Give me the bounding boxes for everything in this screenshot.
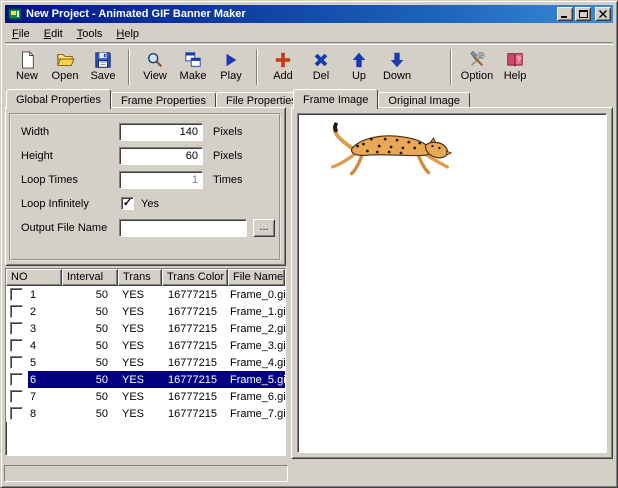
width-unit-label: Pixels	[213, 126, 242, 138]
loop-infinitely-checkbox[interactable]	[121, 197, 134, 210]
loop-times-input	[119, 171, 203, 189]
loop-times-unit-label: Times	[213, 174, 243, 186]
close-button[interactable]	[595, 7, 611, 21]
view-magnifier-icon	[146, 51, 164, 69]
row-checkbox[interactable]	[10, 390, 23, 403]
status-panel	[4, 465, 288, 482]
row-checkbox[interactable]	[10, 322, 23, 335]
loop-times-row: Loop Times Times	[11, 171, 279, 189]
loop-infinitely-row: Loop Infinitely Yes	[11, 195, 279, 213]
move-up-button[interactable]: Up	[340, 46, 378, 88]
height-label: Height	[21, 150, 53, 162]
svg-text:?: ?	[516, 55, 521, 64]
table-row[interactable]: 4 50 YES 16777215 Frame_3.gif	[6, 337, 285, 354]
row-checkbox[interactable]	[10, 407, 23, 420]
table-row[interactable]: 7 50 YES 16777215 Frame_6.gif	[6, 388, 285, 405]
close-icon	[599, 10, 607, 18]
row-checkbox[interactable]	[10, 373, 23, 386]
move-down-button[interactable]: Down	[378, 46, 416, 88]
view-button[interactable]: View	[136, 46, 174, 88]
new-button[interactable]: New	[8, 46, 46, 88]
row-checkbox[interactable]	[10, 356, 23, 369]
properties-groupbox: Width Pixels Height Pixels Loop Times Ti…	[9, 113, 281, 261]
table-row[interactable]: 2 50 YES 16777215 Frame_1.gif	[6, 303, 285, 320]
minimize-button[interactable]	[557, 7, 573, 21]
menu-file[interactable]: File	[5, 26, 37, 42]
header-trans[interactable]: Trans	[118, 269, 162, 286]
table-row[interactable]: 3 50 YES 16777215 Frame_2.gif	[6, 320, 285, 337]
move-down-icon	[388, 51, 406, 69]
help-button[interactable]: ? Help	[496, 46, 534, 88]
maximize-button[interactable]	[575, 7, 591, 21]
delete-x-icon	[312, 51, 330, 69]
window-title: New Project - Animated GIF Banner Maker	[26, 8, 555, 20]
make-button[interactable]: Make	[174, 46, 212, 88]
app-icon	[8, 7, 22, 21]
table-row[interactable]: 1 50 YES 16777215 Frame_0.gif	[6, 286, 285, 303]
make-frames-icon	[184, 51, 202, 69]
frame-list-header: NO Interval Trans Trans Color File Name	[6, 269, 285, 286]
new-document-icon	[18, 51, 36, 69]
table-row-selected[interactable]: 6 50 YES 16777215 Frame_5.gif	[6, 371, 285, 388]
width-label: Width	[21, 126, 49, 138]
loop-infinitely-label: Loop Infinitely	[21, 198, 89, 210]
header-file-name[interactable]: File Name	[228, 269, 285, 286]
help-book-icon: ?	[505, 51, 525, 69]
delete-button[interactable]: Del	[302, 46, 340, 88]
app-window: New Project - Animated GIF Banner Maker …	[0, 0, 618, 488]
save-button[interactable]: Save	[84, 46, 122, 88]
loop-infinitely-checkbox-label: Yes	[141, 198, 159, 210]
titlebar[interactable]: New Project - Animated GIF Banner Maker	[5, 5, 613, 23]
left-tabstrip: Global Properties Frame Properties File …	[6, 89, 307, 109]
play-button[interactable]: Play	[212, 46, 250, 88]
menu-help[interactable]: Help	[109, 26, 146, 42]
toolbar-separator	[256, 49, 258, 85]
menu-bar: File Edit Tools Help	[5, 25, 613, 43]
open-folder-icon	[55, 51, 75, 69]
status-bar	[4, 463, 614, 483]
header-no[interactable]: NO	[6, 269, 62, 286]
minimize-icon	[561, 11, 569, 18]
option-button[interactable]: Option	[458, 46, 496, 88]
add-plus-icon	[274, 51, 292, 69]
toolbar: New Open Save View Make Play Add	[5, 44, 613, 88]
width-input[interactable]	[119, 123, 203, 141]
row-checkbox[interactable]	[10, 339, 23, 352]
output-file-label: Output File Name	[21, 222, 107, 234]
open-button[interactable]: Open	[46, 46, 84, 88]
frame-list[interactable]: NO Interval Trans Trans Color File Name …	[5, 268, 286, 456]
add-button[interactable]: Add	[264, 46, 302, 88]
row-checkbox[interactable]	[10, 288, 23, 301]
cheetah-frame-image	[322, 120, 470, 182]
output-file-row: Output File Name ...	[11, 219, 279, 237]
height-row: Height Pixels	[11, 147, 279, 165]
toolbar-separator	[128, 49, 130, 85]
toolbar-separator	[450, 49, 452, 85]
frame-image-view[interactable]	[297, 113, 607, 453]
height-unit-label: Pixels	[213, 150, 242, 162]
maximize-icon	[579, 10, 588, 18]
browse-button[interactable]: ...	[253, 219, 275, 237]
menu-tools[interactable]: Tools	[70, 26, 110, 42]
table-row[interactable]: 5 50 YES 16777215 Frame_4.gif	[6, 354, 285, 371]
header-trans-color[interactable]: Trans Color	[162, 269, 228, 286]
move-up-icon	[350, 51, 368, 69]
output-file-input[interactable]	[119, 219, 247, 237]
width-row: Width Pixels	[11, 123, 279, 141]
height-input[interactable]	[119, 147, 203, 165]
menu-edit[interactable]: Edit	[37, 26, 70, 42]
table-row[interactable]: 8 50 YES 16777215 Frame_7.gif	[6, 405, 285, 422]
right-tabstrip: Frame Image Original Image	[293, 89, 470, 109]
save-floppy-icon	[94, 51, 112, 69]
tab-frame-image[interactable]: Frame Image	[293, 89, 378, 109]
tab-global-properties[interactable]: Global Properties	[6, 89, 111, 109]
loop-times-label: Loop Times	[21, 174, 78, 186]
row-checkbox[interactable]	[10, 305, 23, 318]
header-interval[interactable]: Interval	[62, 269, 118, 286]
play-icon	[222, 51, 240, 69]
options-tools-icon	[468, 51, 486, 69]
